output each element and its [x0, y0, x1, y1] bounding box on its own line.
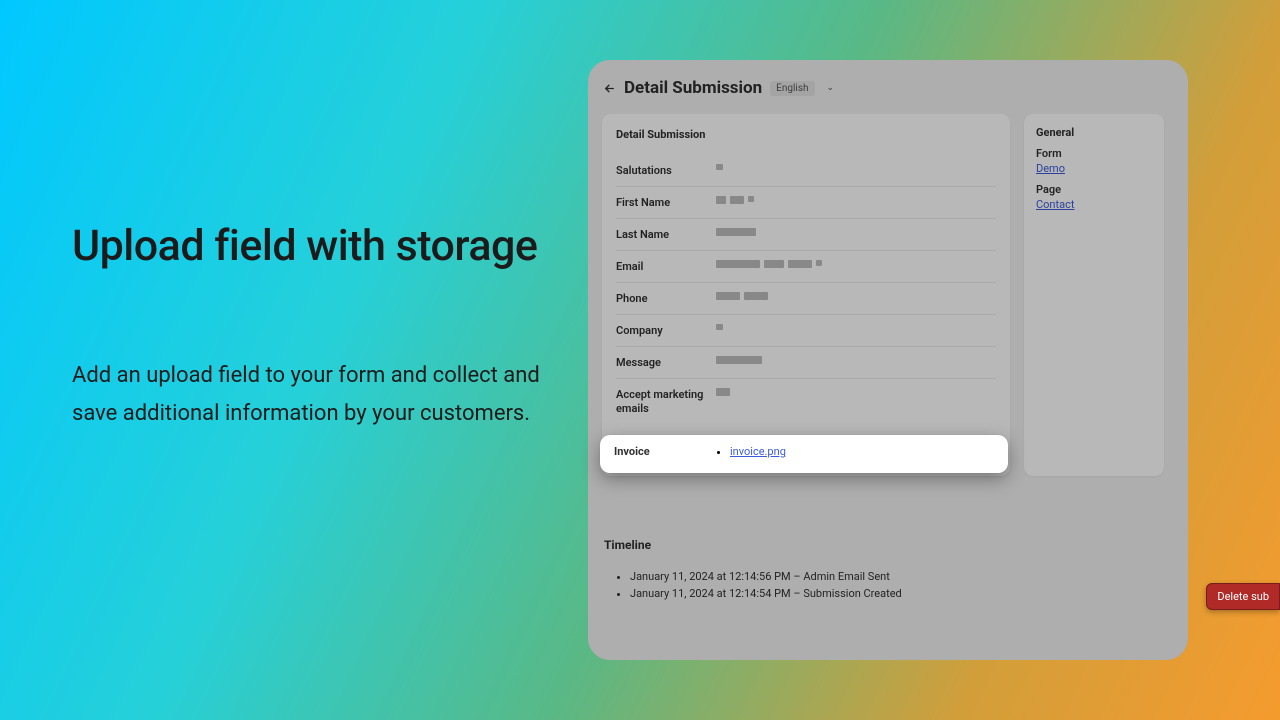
page-link[interactable]: Contact [1036, 198, 1074, 211]
timeline-title: Timeline [604, 538, 1010, 552]
timeline-item: January 11, 2024 at 12:14:54 PM – Submis… [630, 587, 1010, 600]
field-email: Email [616, 251, 996, 283]
field-accept-marketing: Accept marketing emails [616, 379, 996, 426]
invoice-file-link[interactable]: invoice.png [730, 445, 786, 458]
field-salutations: Salutations [616, 155, 996, 187]
field-last-name: Last Name [616, 219, 996, 251]
form-label: Form [1036, 147, 1152, 160]
field-first-name: First Name [616, 187, 996, 219]
general-card: General Form Demo Page Contact [1024, 114, 1164, 476]
chevron-down-icon[interactable]: ⌄ [827, 83, 835, 93]
form-link[interactable]: Demo [1036, 162, 1065, 175]
back-arrow-icon[interactable] [602, 81, 616, 95]
promo-body: Add an upload field to your form and col… [72, 357, 562, 432]
promo-title: Upload field with storage [72, 222, 562, 271]
submission-card: Detail Submission Salutations First Name… [602, 114, 1010, 476]
language-badge[interactable]: English [770, 81, 814, 96]
field-message: Message [616, 347, 996, 379]
app-screenshot-panel: Detail Submission English ⌄ Detail Submi… [588, 60, 1188, 660]
field-phone: Phone [616, 283, 996, 315]
page-label: Page [1036, 183, 1152, 196]
timeline-item: January 11, 2024 at 12:14:56 PM – Admin … [630, 570, 1010, 583]
timeline-list: January 11, 2024 at 12:14:56 PM – Admin … [602, 570, 1010, 600]
page-title: Detail Submission [624, 78, 762, 98]
general-title: General [1036, 126, 1152, 139]
field-company: Company [616, 315, 996, 347]
delete-submission-button[interactable]: Delete sub [1206, 583, 1280, 610]
field-invoice-highlight: Invoice invoice.png [600, 435, 1008, 473]
submission-card-title: Detail Submission [616, 128, 996, 141]
